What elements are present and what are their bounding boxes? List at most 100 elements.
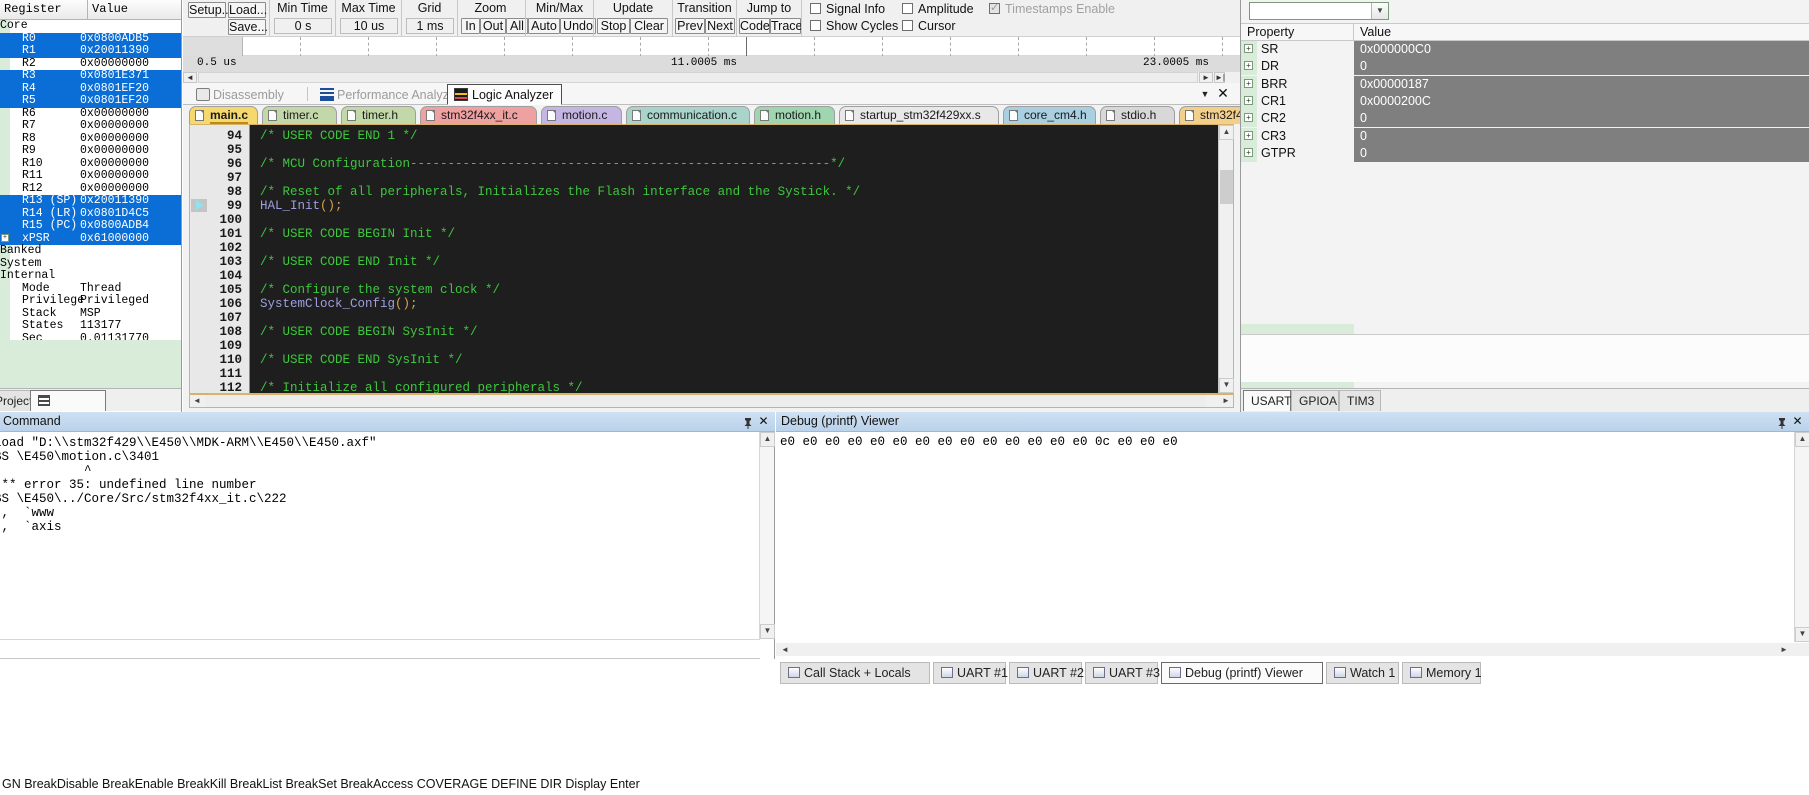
code-vscroll-thumb[interactable] — [1220, 170, 1233, 204]
bottom-tab-registers[interactable]: Registers — [30, 390, 106, 429]
property-value[interactable]: 0x000000C0 — [1354, 41, 1809, 58]
register-value[interactable]: 113177 — [80, 319, 121, 333]
transition-next-button[interactable]: Next — [705, 18, 735, 34]
register-value[interactable]: 0x0801EF20 — [80, 94, 149, 108]
property-value[interactable]: 0 — [1354, 127, 1809, 145]
chevron-down-icon[interactable]: ▼ — [1371, 3, 1388, 19]
expand-icon[interactable]: + — [1, 234, 9, 242]
file-tab-core-cm4-h[interactable]: core_cm4.h — [1003, 106, 1096, 124]
close-icon[interactable]: ✕ — [757, 415, 770, 428]
code-line[interactable]: /* Reset of all peripherals, Initializes… — [260, 185, 860, 199]
property-value[interactable]: 0 — [1354, 58, 1809, 76]
signal-info-checkbox[interactable] — [810, 3, 821, 14]
debug-tab-uart--1[interactable]: UART #1 — [933, 662, 1008, 684]
code-line[interactable]: /* USER CODE BEGIN Init */ — [260, 227, 455, 241]
property-row[interactable]: + CR1 0x0000200C — [1241, 92, 1809, 110]
command-output[interactable]: Load "D:\\stm32f429\\E450\\MDK-ARM\\E450… — [0, 432, 760, 639]
property-row[interactable]: + BRR 0x00000187 — [1241, 75, 1809, 93]
code-line[interactable]: /* USER CODE END SysInit */ — [260, 353, 463, 367]
property-value[interactable]: 0x00000187 — [1354, 75, 1809, 93]
expand-icon[interactable]: + — [1244, 78, 1253, 88]
register-value[interactable]: 0x0801E371 — [80, 69, 149, 83]
tab-performance-analyzer[interactable]: Performance Analyzer — [313, 84, 469, 105]
debug-tab-uart--3[interactable]: UART #3 — [1085, 662, 1160, 684]
register-row[interactable]: R9 0x00000000 — [0, 144, 181, 158]
register-row[interactable]: States 113177 — [0, 319, 181, 333]
code-scroll-left-arrow[interactable]: ◄ — [190, 395, 204, 407]
code-scroll-down-arrow[interactable]: ▼ — [1219, 378, 1234, 393]
command-scroll-down-arrow[interactable]: ▼ — [760, 624, 775, 639]
property-column-name[interactable]: Property — [1241, 24, 1354, 41]
transition-prev-button[interactable]: Prev — [675, 18, 705, 34]
debug-tab-memory-1[interactable]: Memory 1 — [1402, 662, 1482, 684]
file-tab-stm32f4xx-it-c[interactable]: stm32f4xx_it.c — [420, 106, 537, 124]
minmax-undo-button[interactable]: Undo — [560, 18, 596, 34]
cursor-checkbox-row[interactable]: Cursor — [902, 19, 956, 33]
register-row[interactable]: R1 0x20011390 — [0, 44, 181, 58]
register-row[interactable]: Internal — [0, 269, 181, 283]
register-row[interactable]: R13 (SP) 0x20011390 — [0, 194, 181, 208]
signal-info-checkbox-row[interactable]: Signal Info — [810, 2, 885, 16]
la-scroll-left-arrow[interactable]: ◄ — [183, 72, 197, 83]
file-tab-timer-c[interactable]: timer.c — [262, 106, 337, 124]
register-row[interactable]: R3 0x0801E371 — [0, 69, 181, 83]
register-value[interactable]: 0x61000000 — [80, 232, 149, 246]
tab-tim3[interactable]: TIM3 — [1339, 390, 1381, 411]
close-icon[interactable]: ✕ — [1215, 85, 1231, 101]
debug-tab-uart--2[interactable]: UART #2 — [1009, 662, 1084, 684]
register-value[interactable]: 0x00000000 — [80, 119, 149, 133]
code-scroll-right-arrow[interactable]: ► — [1219, 395, 1233, 407]
expand-icon[interactable]: + — [1244, 61, 1253, 71]
tab-disassembly[interactable]: Disassembly — [189, 84, 293, 105]
property-column-value[interactable]: Value — [1354, 24, 1809, 41]
la-scroll-right-arrow[interactable]: ► — [1199, 72, 1213, 83]
min-time-value[interactable]: 0 s — [274, 18, 332, 34]
debug-tab-watch-1[interactable]: Watch 1 — [1326, 662, 1399, 684]
register-value[interactable]: 0x00000000 — [80, 169, 149, 183]
tab-gpioa[interactable]: GPIOA — [1291, 390, 1339, 411]
property-row[interactable]: + SR 0x000000C0 — [1241, 41, 1809, 58]
register-row[interactable]: R15 (PC) 0x0800ADB4 — [0, 219, 181, 233]
register-row[interactable]: R5 0x0801EF20 — [0, 94, 181, 108]
expand-icon[interactable]: + — [1244, 113, 1253, 123]
expand-icon[interactable]: + — [1244, 44, 1253, 53]
property-row[interactable]: + GTPR 0 — [1241, 144, 1809, 162]
register-row[interactable]: R11 0x00000000 — [0, 169, 181, 183]
logic-analyzer-wave-area[interactable] — [183, 36, 1240, 57]
register-row[interactable]: Banked — [0, 244, 181, 258]
file-tab-motion-h[interactable]: motion.h — [754, 106, 835, 124]
cursor-checkbox[interactable] — [902, 20, 913, 31]
code-text[interactable]: /* USER CODE END 1 */ /* MCU Configuratio… — [252, 125, 1217, 393]
minmax-auto-button[interactable]: Auto — [528, 18, 560, 34]
register-value[interactable]: 0x20011390 — [80, 44, 149, 58]
setup-button[interactable]: Setup... — [188, 2, 232, 18]
code-line[interactable]: /* Configure the system clock */ — [260, 283, 500, 297]
line-number-gutter[interactable]: 94 95 96 97 98 99 100 101 102 103 104 105 106 107 108 1… — [190, 125, 250, 395]
max-time-value[interactable]: 10 us — [340, 18, 398, 34]
expand-icon[interactable]: + — [1244, 147, 1253, 157]
code-line[interactable]: HAL_Init(); — [260, 199, 343, 213]
property-value[interactable]: 0x0000200C — [1354, 92, 1809, 110]
code-line[interactable]: SystemClock_Config(); — [260, 297, 418, 311]
zoom-in-button[interactable]: In — [461, 18, 480, 34]
registers-column-register[interactable]: Register — [0, 0, 88, 19]
code-horizontal-scrollbar[interactable]: ◄ ► — [189, 394, 1234, 408]
property-value[interactable]: 0 — [1354, 110, 1809, 128]
update-clear-button[interactable]: Clear — [630, 18, 668, 34]
registers-column-value[interactable]: Value — [88, 0, 181, 19]
code-line[interactable]: /* USER CODE END Init */ — [260, 255, 440, 269]
la-scroll-end-arrow[interactable]: ►| — [1214, 72, 1225, 83]
file-tab-communication-c[interactable]: communication.c — [626, 106, 750, 124]
code-line[interactable]: /* USER CODE BEGIN SysInit */ — [260, 325, 478, 339]
tab-logic-analyzer[interactable]: Logic Analyzer — [447, 84, 563, 105]
source-code-view[interactable]: 94 95 96 97 98 99 100 101 102 103 104 105 106 107 108 1… — [189, 124, 1234, 395]
register-row[interactable]: Core — [0, 19, 181, 33]
file-tab-startup-stm32f429xx-s[interactable]: startup_stm32f429xx.s — [839, 106, 999, 124]
show-cycles-checkbox[interactable] — [810, 20, 821, 31]
register-value[interactable]: Privileged — [80, 294, 149, 308]
code-line[interactable]: /* USER CODE END 1 */ — [260, 129, 418, 143]
pin-icon[interactable] — [743, 416, 753, 429]
debug-scroll-up-arrow[interactable]: ▲ — [1795, 432, 1809, 447]
register-value[interactable]: 0x00000000 — [80, 144, 149, 158]
code-line[interactable]: /* MCU Configuration--------------------… — [260, 157, 845, 171]
